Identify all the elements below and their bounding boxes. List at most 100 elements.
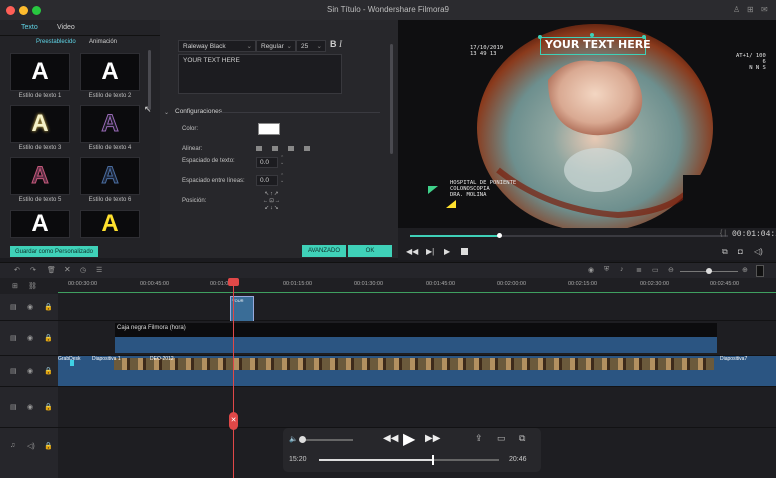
track-body[interactable]: YOUR [58, 294, 776, 322]
zoom-out-icon[interactable]: ⊖ [668, 266, 674, 274]
color-swatch[interactable] [258, 123, 280, 135]
italic-button[interactable]: I [339, 39, 342, 49]
align-left-icon[interactable] [256, 146, 262, 151]
font-size-select[interactable]: 25 ⌄ [296, 40, 326, 52]
eye-icon[interactable]: ◉ [27, 334, 33, 342]
hud-volume-knob[interactable] [299, 436, 306, 443]
hud-volume-slider[interactable] [301, 439, 353, 441]
resize-handle[interactable] [590, 33, 594, 37]
tab-texto[interactable]: Texto [21, 24, 38, 31]
track-body[interactable] [58, 387, 776, 428]
preset-thumb-2[interactable]: A [80, 53, 140, 91]
eye-icon[interactable]: ◉ [27, 403, 33, 411]
hud-progress-knob[interactable] [432, 455, 435, 465]
undo-icon[interactable]: ↶ [14, 266, 20, 274]
bracket-icon[interactable]: { | [720, 230, 726, 237]
ok-button[interactable]: OK [348, 245, 392, 257]
play-pause-icon[interactable]: ▶| [426, 247, 434, 256]
preset-thumb-3[interactable]: A [10, 105, 70, 143]
lock-icon[interactable]: 🔒 [44, 303, 53, 311]
preset-thumb-5[interactable]: A [10, 157, 70, 195]
mixer-icon[interactable]: ≣ [636, 266, 642, 274]
position-grid-icon[interactable]: ↖↑↗ ←⊡→ ↙↓↘ [258, 191, 286, 212]
adjust-icon[interactable]: ☰ [96, 266, 102, 274]
stepper-icon[interactable]: ⌃ ⌄ [280, 156, 284, 166]
subtab-animacion[interactable]: Animación [89, 39, 117, 45]
add-track-icon[interactable]: ⊞ [12, 282, 18, 290]
zoom-slider-knob[interactable] [706, 268, 712, 274]
section-configuraciones[interactable]: Configuraciones [175, 108, 222, 115]
delete-icon[interactable]: 🗑 [47, 266, 56, 274]
preset-thumb-8[interactable]: A [80, 210, 140, 238]
timeline-ruler[interactable]: ⊞ ⛓ 00:00:30:00 00:00:45:00 00:01:00:00 … [0, 278, 776, 294]
save-custom-button[interactable]: Guardar como Personalizado [10, 246, 98, 257]
preset-thumb-6[interactable]: A [80, 157, 140, 195]
align-center-icon[interactable] [272, 146, 278, 151]
overlay-title-text[interactable]: YOUR TEXT HERE [545, 38, 651, 51]
rewind-icon[interactable]: ◀◀ [383, 433, 398, 444]
ruler-tick: 00:00:45:00 [140, 281, 170, 287]
cut-icon[interactable]: ✕ [64, 265, 71, 274]
advanced-button[interactable]: AVANZADO [302, 245, 346, 257]
render-icon[interactable]: ◉ [588, 266, 594, 274]
screen-icon[interactable]: ▭ [652, 266, 659, 274]
user-icon[interactable]: ♙ [733, 5, 740, 14]
preset-thumb-7[interactable]: A [10, 210, 70, 238]
text-content-input[interactable]: YOUR TEXT HERE [178, 54, 342, 94]
tab-video[interactable]: Video [57, 24, 75, 31]
mute-icon[interactable]: 🔈 [289, 435, 298, 443]
playhead-line[interactable] [233, 278, 234, 478]
shield-icon[interactable]: ⛨ [604, 266, 609, 274]
speed-icon[interactable]: ◷ [80, 266, 86, 274]
zoom-in-icon[interactable]: ⊕ [742, 266, 748, 274]
preview-scrubber-knob[interactable] [497, 233, 503, 238]
snapshot-icon[interactable]: ◘ [738, 247, 743, 256]
speaker-icon[interactable]: ◁) [27, 442, 35, 450]
share-icon[interactable]: ⇪ [475, 433, 483, 444]
font-family-select[interactable]: Raleway Black ⌄ [178, 40, 256, 52]
track-body[interactable]: Caja negra Filmora (hora) [58, 321, 776, 356]
text-spacing-input[interactable]: 0.0 [256, 157, 278, 168]
fast-forward-icon[interactable]: ▶▶ [425, 433, 440, 444]
track-type-icon: ▤ [10, 368, 17, 375]
line-spacing-input[interactable]: 0.0 [256, 175, 278, 186]
black-box-clip[interactable]: Caja negra Filmora (hora) [115, 323, 717, 353]
stop-icon[interactable] [461, 248, 468, 255]
hud-play-icon[interactable]: ▶ [403, 429, 415, 449]
link-icon[interactable]: ⛓ [28, 282, 37, 290]
video-track-body[interactable]: GrabDesk Diapositiva 1 DEO-2012 Diaposit… [58, 356, 776, 387]
chevron-down-icon: ⌄ [246, 43, 252, 50]
volume-icon[interactable]: ◁) [754, 247, 763, 256]
presets-scrollbar[interactable] [148, 50, 151, 110]
editor-scrollbar[interactable] [390, 44, 393, 154]
preset-thumb-1[interactable]: A [10, 53, 70, 91]
marker-icon[interactable] [70, 360, 74, 366]
prev-frame-icon[interactable]: ◀◀ [406, 247, 418, 256]
video-preview[interactable]: YOUR TEXT HERE 17/10/2019 13 49 13 AT+1/… [398, 20, 776, 228]
align-justify-icon[interactable] [304, 146, 310, 151]
pip-icon[interactable]: ⧉ [519, 433, 525, 444]
airplay-icon[interactable]: ▭ [497, 433, 506, 444]
eye-icon[interactable]: ◉ [27, 367, 33, 375]
eye-icon[interactable]: ◉ [27, 303, 33, 311]
bold-button[interactable]: B [330, 39, 337, 49]
resize-handle[interactable] [538, 35, 542, 39]
mail-icon[interactable]: ✉ [761, 5, 768, 14]
redo-icon[interactable]: ↷ [30, 266, 36, 274]
font-weight-select[interactable]: Regular ⌄ [256, 40, 296, 52]
subtab-preestablecido[interactable]: Preestablecido [36, 39, 76, 45]
stepper-icon[interactable]: ⌃ ⌄ [280, 174, 284, 184]
split-scissors-icon[interactable]: ✕ [229, 412, 238, 430]
pause-render-icon[interactable] [756, 265, 764, 277]
preset-thumb-4[interactable]: A [80, 105, 140, 143]
align-right-icon[interactable] [288, 146, 294, 151]
cart-icon[interactable]: ⊞ [747, 5, 754, 14]
lock-icon[interactable]: 🔒 [44, 403, 53, 411]
lock-icon[interactable]: 🔒 [44, 367, 53, 375]
chevron-down-icon[interactable]: ⌄ [164, 109, 169, 116]
play-icon[interactable]: ▶ [444, 247, 450, 256]
lock-icon[interactable]: 🔒 [44, 334, 53, 342]
lock-icon[interactable]: 🔒 [44, 442, 53, 450]
fullscreen-icon[interactable]: ⧉ [722, 247, 728, 257]
mic-icon[interactable]: ♪ [620, 266, 624, 273]
